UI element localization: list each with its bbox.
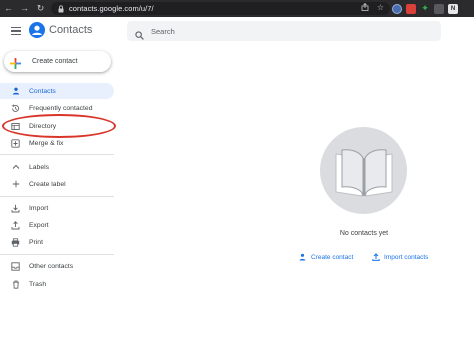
search-icon [135,27,144,40]
merge-icon [11,138,20,148]
labels-header: Labels [29,163,50,171]
sidebar-item-label: Contacts [29,87,56,95]
back-arrow-icon[interactable]: ← [3,0,14,17]
search-placeholder: Search [151,26,175,36]
profile-extension-icon[interactable] [392,3,402,14]
share-icon[interactable] [361,2,369,13]
export-icon [11,220,20,230]
sidebar-item-label: Create label [29,180,66,188]
reload-icon[interactable]: ↻ [35,0,46,17]
highlight-annotation [2,114,116,138]
sidebar-item-create-label[interactable]: Create label [0,176,114,192]
create-contact-label: Create contact [32,58,78,65]
person-icon [11,87,20,96]
create-contact-button[interactable]: Create contact [4,51,111,72]
contacts-logo-icon [29,22,45,38]
forward-arrow-icon[interactable]: → [19,0,30,17]
search-input[interactable]: Search [127,21,441,41]
app-title: Contacts [49,24,93,36]
browser-toolbar: ← → ↻ contacts.google.com/u/7/ ☆ ✦ N [0,0,474,17]
n-extension-icon[interactable]: N [448,3,458,14]
create-contact-link[interactable]: Create contact [299,251,353,263]
main-menu-icon[interactable] [11,27,21,35]
bookmark-star-icon[interactable]: ☆ [377,3,384,13]
import-contacts-link[interactable]: Import contacts [372,251,428,263]
plus-icon [11,180,20,189]
red-extension-icon[interactable] [406,3,416,14]
trash-icon [11,280,20,289]
print-icon [11,237,20,247]
sidebar-item-import[interactable]: Import [0,200,114,216]
empty-state-message: No contacts yet [339,230,389,237]
sidebar-item-label: Export [29,221,49,229]
labels-section-toggle[interactable]: Labels [0,159,114,175]
sidebar-item-label: Trash [29,280,47,288]
other-contacts-icon [11,261,20,271]
sidebar-item-export[interactable]: Export [0,217,114,233]
chevron-up-icon [11,163,20,172]
sidebar-divider [0,154,114,155]
sidebar-item-label: Merge & fix [29,139,64,147]
sidebar-item-trash[interactable]: Trash [0,276,114,292]
import-icon [11,204,20,213]
sidebar-item-label: Import [29,204,49,212]
create-contact-link-label: Create contact [311,253,354,261]
sidebar-divider [0,254,114,255]
add-person-icon [299,253,306,261]
sidebar-item-print[interactable]: Print [0,234,114,250]
sidebar-divider [0,196,114,197]
open-book-icon [335,149,393,197]
import-contacts-link-label: Import contacts [384,253,429,261]
sidebar-item-contacts[interactable]: Contacts [0,83,114,99]
app-header: Contacts Search [0,17,474,45]
sidebar-item-label: Frequently contacted [29,104,93,112]
dark-extension-icon[interactable] [434,3,444,14]
plus-icon [10,56,21,69]
sidebar-item-other-contacts[interactable]: Other contacts [0,258,114,274]
upload-icon [372,253,380,261]
url-text: contacts.google.com/u/7/ [69,4,154,13]
lock-icon [57,4,65,13]
sidebar-item-label: Other contacts [29,262,74,270]
sidebar-item-label: Print [29,238,43,246]
address-bar[interactable]: contacts.google.com/u/7/ ☆ [51,2,390,15]
evernote-extension-icon[interactable]: ✦ [420,3,430,14]
history-icon [11,104,20,113]
